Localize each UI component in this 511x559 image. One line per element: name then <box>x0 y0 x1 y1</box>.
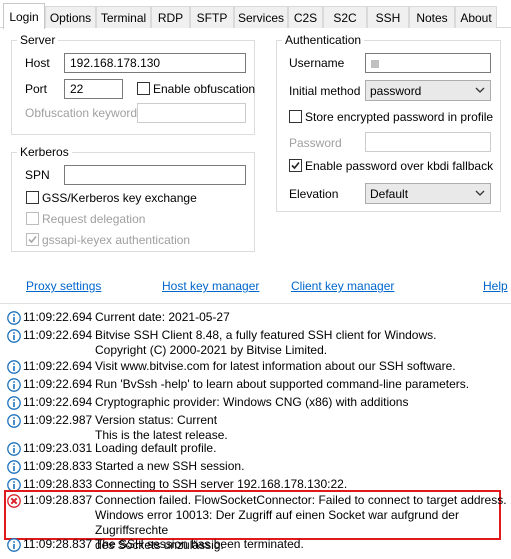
request-delegation-checkbox[interactable] <box>26 212 39 225</box>
authentication-group-title: Authentication <box>282 33 365 47</box>
initial-method-label: Initial method <box>289 84 361 98</box>
tab-bar: Login Options Terminal RDP SFTP Services… <box>0 0 511 29</box>
port-input[interactable]: 22 <box>64 79 123 99</box>
log-message: Started a new SSH session. <box>95 459 245 473</box>
chevron-down-icon <box>475 87 485 93</box>
tab-c2s[interactable]: C2S <box>288 6 323 28</box>
host-label: Host <box>25 56 50 70</box>
password-label: Password <box>289 136 342 150</box>
kbdi-fallback-label[interactable]: Enable password over kbdi fallback <box>305 159 493 173</box>
kerberos-group-title: Kerberos <box>17 145 72 159</box>
tab-notes[interactable]: Notes <box>409 6 455 28</box>
login-panel: Server Host 192.168.178.130 Port 22 Enab… <box>0 28 511 296</box>
log-message: Version status: Current This is the late… <box>95 413 228 442</box>
initial-method-value: password <box>370 84 422 98</box>
gssapi-keyex-checkbox[interactable] <box>26 233 39 246</box>
log-time: 11:09:22.694 <box>23 395 93 409</box>
help-link[interactable]: Help <box>483 279 508 293</box>
tab-sftp[interactable]: SFTP <box>190 6 234 28</box>
log-message: Bitvise SSH Client 8.48, a fully feature… <box>95 328 437 357</box>
info-icon <box>7 414 21 428</box>
chevron-down-icon <box>475 190 485 196</box>
host-input[interactable]: 192.168.178.130 <box>64 53 246 73</box>
proxy-settings-link[interactable]: Proxy settings <box>26 279 101 293</box>
client-key-manager-link[interactable]: Client key manager <box>291 279 394 293</box>
log-time: 11:09:28.833 <box>23 459 93 473</box>
obfuscation-checkbox[interactable] <box>137 82 150 95</box>
server-group-title: Server <box>17 33 59 47</box>
kbdi-fallback-checkbox[interactable] <box>289 159 302 172</box>
store-password-checkbox[interactable] <box>289 110 302 123</box>
request-delegation-label: Request delegation <box>42 212 146 226</box>
host-key-manager-link[interactable]: Host key manager <box>162 279 259 293</box>
tab-login[interactable]: Login <box>3 3 45 29</box>
gssapi-keyex-label: gssapi-keyex authentication <box>42 233 191 247</box>
log-message: Loading default profile. <box>95 441 217 455</box>
log-time: 11:09:28.837 <box>23 537 93 551</box>
tab-s2c[interactable]: S2C <box>323 6 367 28</box>
log-time: 11:09:22.694 <box>23 377 93 391</box>
elevation-label: Elevation <box>289 187 339 201</box>
redacted-text <box>371 60 379 68</box>
tab-ssh[interactable]: SSH <box>367 6 409 28</box>
log-panel[interactable]: 11:09:22.694 Current date: 2021-05-27 11… <box>0 303 511 559</box>
obfuscation-label[interactable]: Enable obfuscation <box>153 82 255 96</box>
obfuscation-keyword-input[interactable] <box>137 103 246 123</box>
password-input[interactable] <box>365 132 491 152</box>
tab-about[interactable]: About <box>455 6 497 28</box>
info-icon <box>7 538 21 552</box>
info-icon <box>7 329 21 343</box>
info-icon <box>7 311 21 325</box>
tab-rdp[interactable]: RDP <box>151 6 190 28</box>
obfuscation-keyword-label: Obfuscation keyword <box>25 106 138 120</box>
port-label: Port <box>25 82 48 96</box>
tab-services[interactable]: Services <box>234 6 288 28</box>
log-message: Visit www.bitvise.com for latest informa… <box>95 359 456 373</box>
log-time: 11:09:28.837 <box>23 493 93 507</box>
gss-kerberos-label[interactable]: GSS/Kerberos key exchange <box>42 191 197 205</box>
info-icon <box>7 442 21 456</box>
log-time: 11:09:23.031 <box>23 441 93 455</box>
check-icon <box>291 161 300 170</box>
tab-options[interactable]: Options <box>45 6 96 28</box>
username-input[interactable] <box>365 53 491 73</box>
log-message: The SSH session has been terminated. <box>95 537 304 551</box>
gss-kerberos-checkbox[interactable] <box>26 191 39 204</box>
log-message: Current date: 2021-05-27 <box>95 310 230 324</box>
log-message: Cryptographic provider: Windows CNG (x86… <box>95 395 409 409</box>
store-password-label[interactable]: Store encrypted password in profile <box>305 110 493 124</box>
log-time: 11:09:22.694 <box>23 359 93 373</box>
spn-label: SPN <box>25 168 50 182</box>
username-label: Username <box>289 56 345 70</box>
elevation-select[interactable]: Default <box>365 183 491 204</box>
log-time: 11:09:22.987 <box>23 413 93 427</box>
info-icon <box>7 396 21 410</box>
check-icon <box>28 235 37 244</box>
info-icon <box>7 460 21 474</box>
error-icon <box>7 494 21 508</box>
log-message: Run 'BvSsh -help' to learn about support… <box>95 377 470 391</box>
info-icon <box>7 360 21 374</box>
log-time: 11:09:22.694 <box>23 310 93 324</box>
initial-method-select[interactable]: password <box>365 80 491 101</box>
info-icon <box>7 378 21 392</box>
tab-terminal[interactable]: Terminal <box>96 6 151 28</box>
spn-input[interactable] <box>64 165 246 185</box>
elevation-value: Default <box>370 187 409 201</box>
log-time: 11:09:22.694 <box>23 328 93 342</box>
